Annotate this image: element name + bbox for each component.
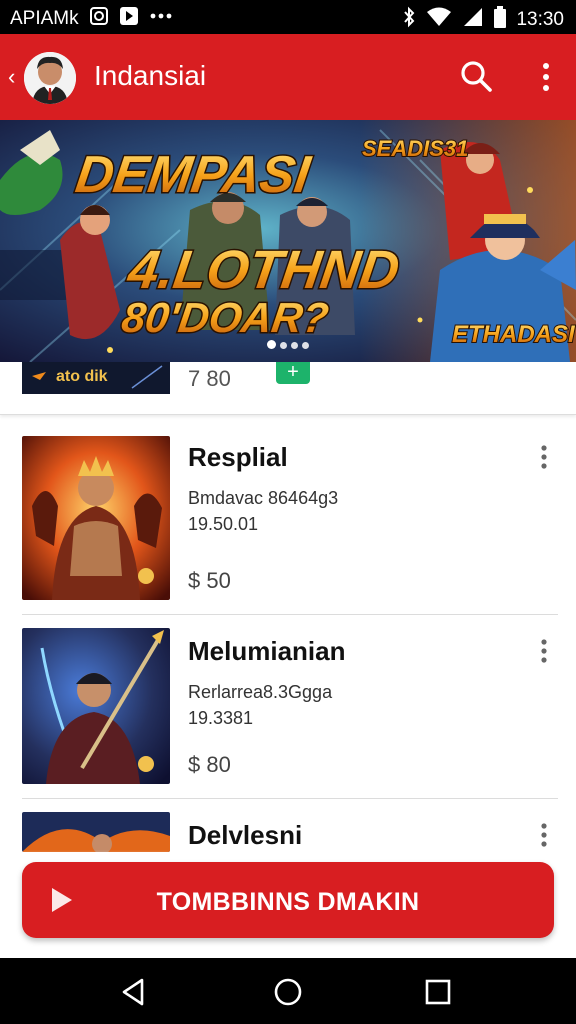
back-chevron-icon[interactable]: ‹ <box>8 64 15 90</box>
battery-icon <box>494 6 507 34</box>
banner-headline: DEMPASI <box>72 146 315 204</box>
pagination-dot[interactable] <box>280 342 287 349</box>
pagination-dot[interactable] <box>302 342 309 349</box>
search-icon[interactable] <box>458 58 494 94</box>
nav-home-icon[interactable] <box>270 974 306 1010</box>
item-subinfo: 19.3381 <box>188 708 254 728</box>
primary-action-button[interactable]: TOMBBINNS DMAKIN <box>22 862 554 938</box>
item-thumbnail <box>22 812 170 852</box>
item-price: $ 50 <box>188 568 231 593</box>
app-bar: ‹ Indansiai <box>0 34 576 120</box>
item-more-icon[interactable] <box>538 638 550 664</box>
screenshot-icon <box>89 6 109 32</box>
item-subinfo: 19.50.01 <box>188 514 259 534</box>
nav-recents-icon[interactable] <box>420 974 456 1010</box>
banner-pagination[interactable] <box>0 336 576 354</box>
app-bar-title: Indansiai <box>94 60 207 91</box>
pagination-dot[interactable] <box>291 342 298 349</box>
system-nav-bar <box>0 958 576 1024</box>
list-item[interactable]: Resplial Bmdavac 86464g3 19.50.01 $ 50 <box>0 436 576 614</box>
banner-subline: 4.LOTHND <box>124 240 403 300</box>
status-bar: APIAMk 13:30 <box>0 0 576 34</box>
promo-banner[interactable]: DEMPASI 4.LOTHND 80'DOAR? SEADIS31 ETHAD… <box>0 120 576 362</box>
wifi-icon <box>426 7 452 33</box>
list-divider <box>22 798 558 799</box>
banner-subline-2: 80'DOAR? <box>119 294 332 341</box>
list-item[interactable]: Delvlesni <box>0 812 576 852</box>
item-name: Delvlesni <box>188 820 303 850</box>
item-thumbnail <box>22 436 170 600</box>
primary-action-label: TOMBBINNS DMAKIN <box>156 888 420 916</box>
item-name: Melumianian <box>188 636 346 666</box>
item-thumbnail <box>22 628 170 784</box>
avatar[interactable] <box>24 52 76 104</box>
cell-signal-icon <box>462 7 484 33</box>
partial-thumbnail: ato dik <box>22 362 170 394</box>
item-name: Resplial <box>188 442 288 472</box>
list-divider <box>22 614 558 615</box>
bluetooth-icon <box>402 6 416 34</box>
partial-thumb-text: ato dik <box>56 368 108 385</box>
nav-back-icon[interactable] <box>116 974 152 1010</box>
pagination-dot[interactable] <box>267 340 276 349</box>
item-price: $ 80 <box>188 752 231 777</box>
status-left-text: APIAMk <box>10 8 79 29</box>
list-item[interactable]: Melumianian Rerlarrea8.3Ggga 19.3381 $ 8… <box>0 628 576 798</box>
item-more-icon[interactable] <box>538 822 550 848</box>
add-icon[interactable]: + <box>276 362 310 384</box>
status-time: 13:30 <box>516 9 564 30</box>
banner-corner-top: SEADIS31 <box>362 136 468 161</box>
more-notifications-icon <box>149 6 173 32</box>
item-description: Rerlarrea8.3Ggga <box>188 682 333 702</box>
media-icon <box>119 6 139 32</box>
list-item-partial[interactable]: ato dik 7 80 + <box>0 362 576 415</box>
partial-price: 7 80 <box>188 366 231 391</box>
more-options-icon[interactable] <box>540 60 552 96</box>
item-more-icon[interactable] <box>538 444 550 470</box>
item-description: Bmdavac 86464g3 <box>188 488 339 508</box>
